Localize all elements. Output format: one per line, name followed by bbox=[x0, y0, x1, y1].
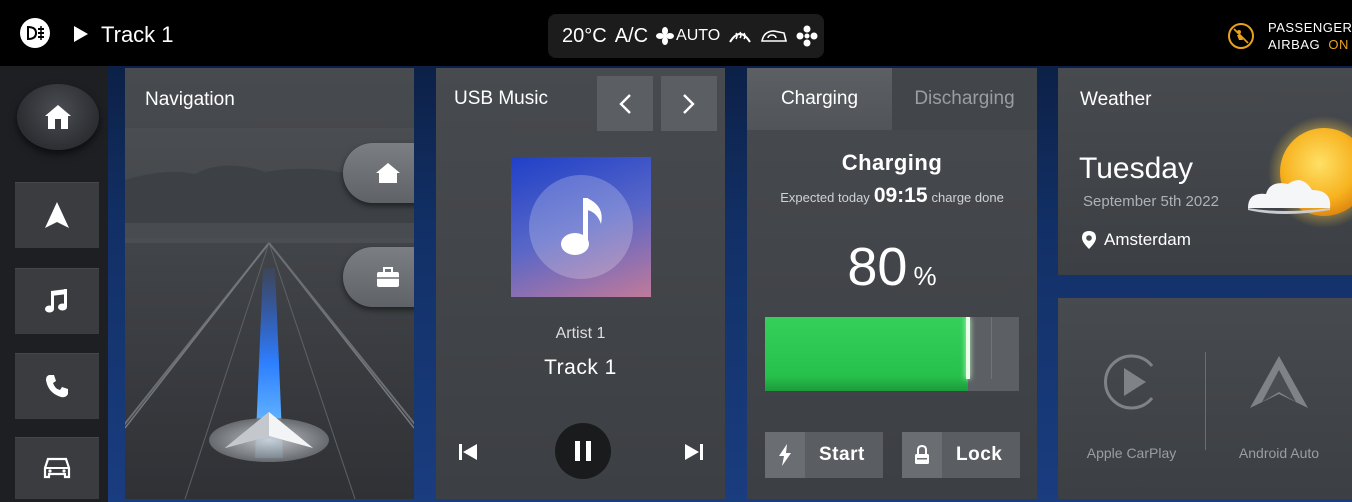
music-note-icon bbox=[45, 289, 67, 313]
percent-symbol: % bbox=[913, 261, 937, 291]
eta-prefix: Expected today bbox=[780, 190, 870, 205]
previous-track-button[interactable] bbox=[456, 440, 480, 464]
weather-card[interactable]: Weather Tuesday September 5th 2022 Amste… bbox=[1058, 68, 1352, 275]
battery-level-bar bbox=[765, 317, 1019, 391]
tab-discharging[interactable]: Discharging bbox=[892, 68, 1037, 130]
temperature-readout: 20°C bbox=[562, 24, 607, 47]
sidebar-item-music[interactable] bbox=[15, 268, 99, 334]
weather-location: Amsterdam bbox=[1082, 230, 1191, 250]
carplay-label: Apple CarPlay bbox=[1086, 445, 1177, 461]
nav-work-shortcut[interactable] bbox=[343, 247, 414, 307]
battery-fill bbox=[765, 317, 968, 391]
android-auto-button[interactable]: Android Auto bbox=[1206, 298, 1352, 499]
lock-charger-button[interactable]: Lock bbox=[902, 432, 1020, 478]
apple-carplay-button[interactable]: Apple CarPlay bbox=[1058, 298, 1205, 499]
sidebar-item-home[interactable] bbox=[17, 84, 99, 150]
recirculation-icon[interactable] bbox=[760, 27, 788, 45]
charging-heading: Charging bbox=[841, 150, 943, 175]
chevron-left-icon bbox=[619, 93, 631, 114]
navigation-arrow-icon bbox=[45, 202, 69, 228]
skip-previous-icon bbox=[459, 444, 477, 460]
carplay-icon bbox=[1103, 354, 1153, 410]
eta-time: 09:15 bbox=[873, 184, 928, 207]
eta-suffix: charge done bbox=[931, 190, 1004, 205]
start-charging-button[interactable]: Start bbox=[765, 432, 883, 478]
navigation-title: Navigation bbox=[145, 89, 235, 110]
climate-control[interactable]: 20°C A/C AUTO bbox=[548, 14, 824, 58]
windshield-defrost-icon[interactable] bbox=[728, 26, 752, 46]
ac-label[interactable]: A/C bbox=[615, 25, 648, 48]
fan-auto[interactable]: AUTO bbox=[656, 27, 720, 45]
sunny-partly-cloudy-icon bbox=[1248, 116, 1352, 228]
briefcase-icon bbox=[377, 267, 399, 287]
music-card: USB Music Artist 1 Track 1 bbox=[436, 68, 725, 499]
sidebar-item-navigation[interactable] bbox=[15, 182, 99, 248]
music-note-icon bbox=[561, 198, 602, 255]
lock-label: Lock bbox=[956, 444, 1003, 465]
city-name: Amsterdam bbox=[1104, 230, 1191, 249]
sidebar-item-phone[interactable] bbox=[15, 353, 99, 419]
seat-fan-icon[interactable] bbox=[796, 25, 818, 47]
skip-next-icon bbox=[685, 444, 703, 460]
location-pin-icon bbox=[1082, 231, 1096, 249]
airbag-on-label: ON bbox=[1328, 37, 1349, 52]
navigation-card[interactable]: Navigation bbox=[125, 68, 414, 499]
home-icon bbox=[376, 163, 400, 183]
start-label: Start bbox=[819, 444, 865, 465]
charge-eta: Expected today 09:15 charge done bbox=[747, 184, 1037, 208]
charging-card: Charging Discharging Charging Expected t… bbox=[747, 68, 1037, 499]
airbag-line1: PASSENGER bbox=[1268, 20, 1352, 35]
play-icon[interactable] bbox=[74, 26, 88, 47]
battery-percentage: 80% bbox=[747, 236, 1037, 298]
track-name: Track 1 bbox=[544, 356, 617, 379]
tab-charging[interactable]: Charging bbox=[747, 68, 892, 130]
music-source-title: USB Music bbox=[454, 88, 548, 109]
lock-icon bbox=[902, 432, 942, 478]
car-icon bbox=[43, 457, 71, 479]
nav-home-shortcut[interactable] bbox=[343, 143, 414, 203]
weather-day: Tuesday bbox=[1079, 152, 1193, 185]
chevron-right-icon bbox=[683, 93, 695, 114]
previous-source-button[interactable] bbox=[597, 76, 653, 131]
android-auto-label: Android Auto bbox=[1238, 445, 1320, 461]
pause-icon bbox=[575, 441, 591, 461]
fog-light-icon[interactable] bbox=[20, 18, 50, 48]
battery-percent-value: 80 bbox=[847, 237, 908, 297]
play-pause-button[interactable] bbox=[555, 423, 611, 479]
airbag-status: PASSENGER AIRBAG ON bbox=[1268, 19, 1352, 53]
fan-icon bbox=[656, 27, 675, 45]
fan-mode-label: AUTO bbox=[676, 27, 721, 44]
android-auto-icon bbox=[1250, 356, 1308, 408]
next-source-button[interactable] bbox=[661, 76, 717, 131]
airbag-warning-icon bbox=[1228, 23, 1254, 49]
phone-icon bbox=[46, 375, 68, 398]
album-art bbox=[511, 157, 651, 297]
next-track-button[interactable] bbox=[682, 440, 706, 464]
weather-title: Weather bbox=[1080, 89, 1152, 110]
phone-projection-card: Apple CarPlay Android Auto bbox=[1058, 298, 1352, 499]
status-bar: Track 1 20°C A/C AUTO PASSENGER AIRBAG O… bbox=[0, 0, 1352, 66]
battery-fill-edge bbox=[966, 317, 970, 379]
artist-name: Artist 1 bbox=[555, 325, 606, 342]
home-icon bbox=[45, 105, 71, 129]
now-playing-title[interactable]: Track 1 bbox=[101, 22, 174, 48]
airbag-line2: AIRBAG ON bbox=[1268, 37, 1349, 52]
lightning-icon bbox=[765, 432, 805, 478]
weather-date: September 5th 2022 bbox=[1083, 193, 1219, 210]
sidebar-item-vehicle[interactable] bbox=[15, 437, 99, 499]
